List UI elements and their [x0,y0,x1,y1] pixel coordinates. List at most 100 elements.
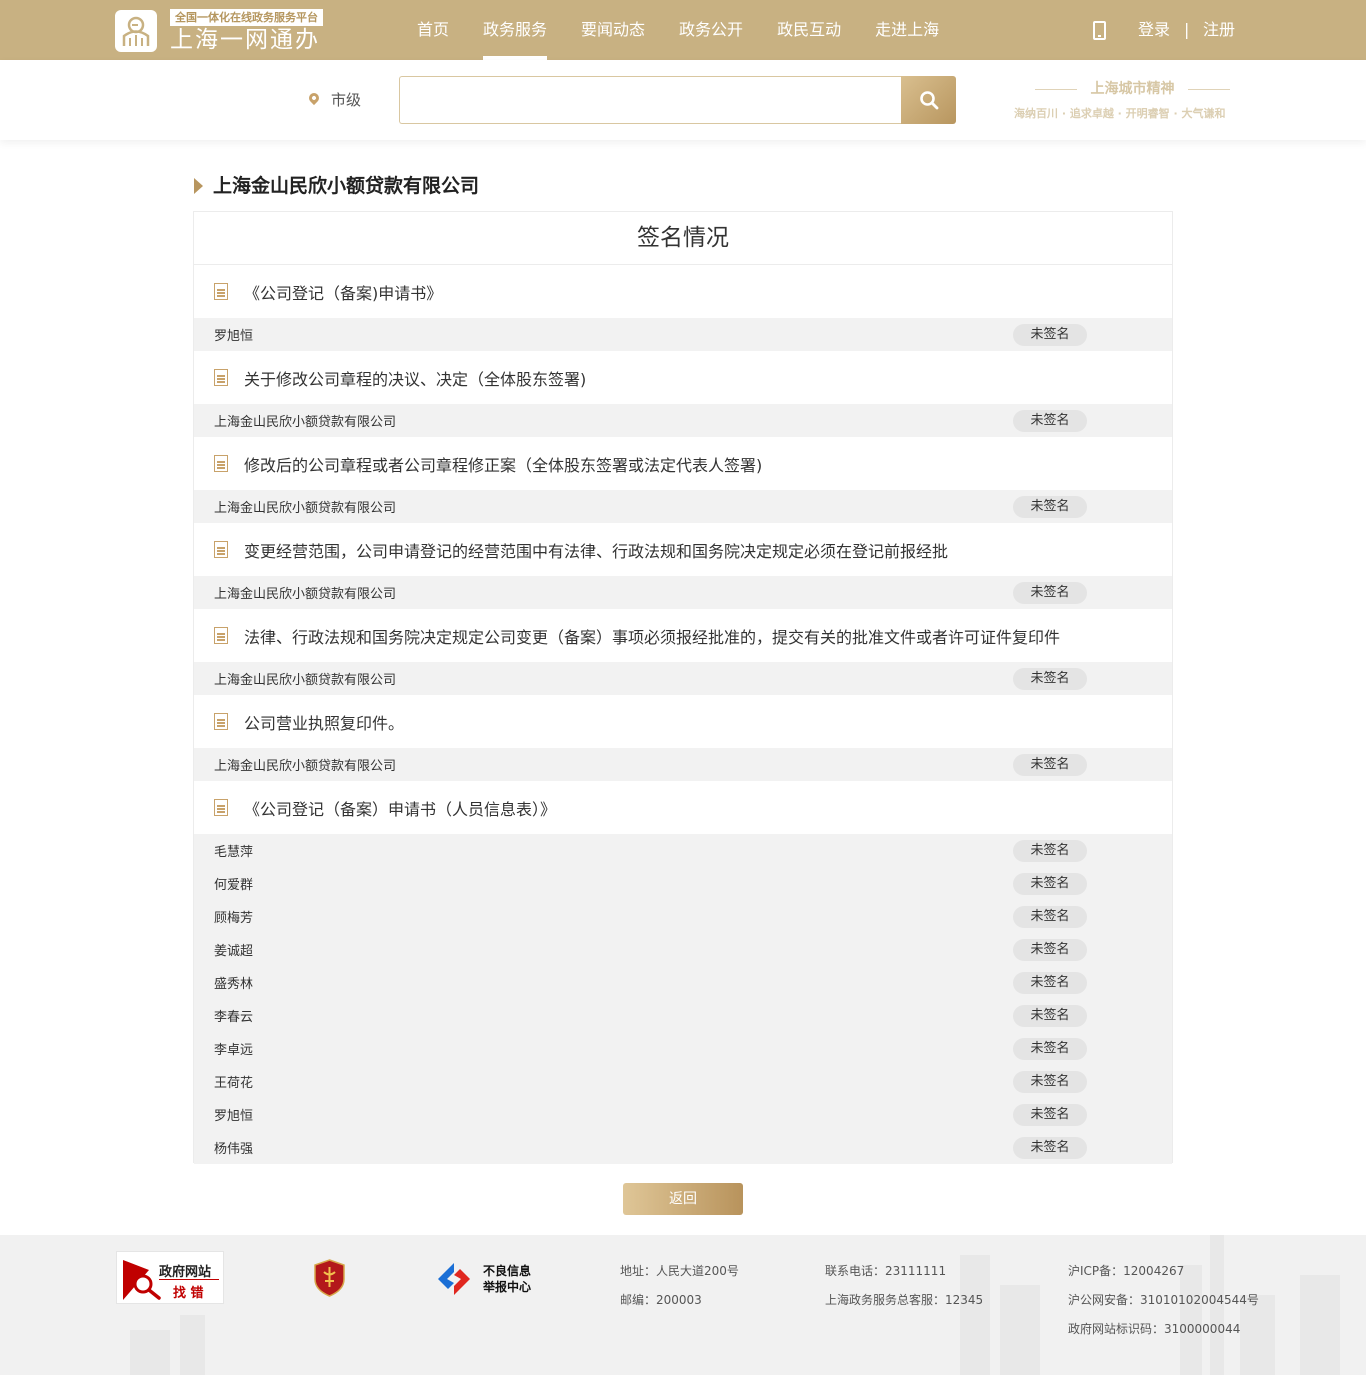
nav-item[interactable]: 走进上海 [858,0,956,60]
badge-zfwz-label-top: 政府网站 [159,1265,212,1280]
document-header: 《公司登记（备案）申请书（人员信息表）》 [194,781,1172,834]
signature-status-badge: 未签名 [1013,938,1087,961]
nav-item[interactable]: 政民互动 [760,0,858,60]
signer-row: 姜诚超 未签名 [194,933,1172,966]
signer-name: 王荷花 [214,1076,254,1091]
signer-name: 上海金山民欣小额贷款有限公司 [214,501,397,516]
nav-item[interactable]: 政务公开 [662,0,760,60]
top-header: 全国一体化在线政务服务平台 上海一网通办 首页 政务服务 要闻动态 政务公开 政民互动走… [0,0,1366,60]
document-title: 《公司登记（备案)申请书》 [244,283,443,303]
mobile-phone-icon[interactable] [1093,21,1106,40]
report-center-logo-icon [438,1263,470,1295]
footer-address: 地址：人民大道200号 [620,1264,739,1278]
signer-row: 李卓远 未签名 [194,1032,1172,1065]
signer-row: 盛秀林 未签名 [194,966,1172,999]
signature-status-badge: 未签名 [1013,971,1087,994]
report-center-line1: 不良信息 [483,1264,532,1278]
location-selector[interactable]: 市级 [331,90,361,110]
signer-name: 毛慧萍 [214,845,254,860]
document-icon [214,627,228,644]
signer-row: 上海金山民欣小额贷款有限公司 未签名 [194,576,1172,609]
signer-row: 何爱群 未签名 [194,867,1172,900]
signer-row: 李春云 未签名 [194,999,1172,1032]
signer-row: 上海金山民欣小额贷款有限公司 未签名 [194,490,1172,523]
signer-name: 李卓远 [214,1043,254,1058]
signer-row: 罗旭恒 未签名 [194,1098,1172,1131]
signer-name: 上海金山民欣小额贷款有限公司 [214,587,397,602]
title-marker-icon [194,178,203,194]
signature-status-badge: 未签名 [1013,1103,1087,1126]
document-icon [214,541,228,558]
document-header: 关于修改公司章程的决议、决定（全体股东签署) [194,351,1172,404]
document-header: 公司营业执照复印件。 [194,695,1172,748]
document-icon [214,369,228,386]
signer-name: 罗旭恒 [214,329,254,344]
back-button[interactable]: 返回 [623,1183,743,1215]
signer-name: 上海金山民欣小额贷款有限公司 [214,673,397,688]
document-title: 修改后的公司章程或者公司章程修正案（全体股东签署或法定代表人签署) [244,455,763,475]
government-site-error-report-badge[interactable]: 政府网站 找 错 [116,1251,224,1304]
location-pin-icon [306,90,322,106]
document-list: 《公司登记（备案)申请书》 罗旭恒 未签名 关于修改公司章程的决议、决定（全体股东签署… [194,265,1172,1164]
signature-panel: 签名情况 《公司登记（备案)申请书》 罗旭恒 未签名 关于修改公司章程的决议、决定（全… [193,211,1173,1164]
platform-tagline: 全国一体化在线政务服务平台 [170,9,323,26]
signature-status-badge: 未签名 [1013,1136,1087,1159]
signer-name: 上海金山民欣小额贷款有限公司 [214,415,397,430]
signature-status-badge: 未签名 [1013,872,1087,895]
signature-status-badge: 未签名 [1013,1004,1087,1027]
signer-list: 上海金山民欣小额贷款有限公司 未签名 [194,404,1172,437]
signature-status-badge: 未签名 [1013,409,1087,432]
nav-item[interactable]: 政务服务 [466,0,564,60]
document-title: 《公司登记（备案）申请书（人员信息表）》 [244,799,557,819]
report-center-line2: 举报中心 [483,1280,532,1294]
signer-name: 盛秀林 [214,977,254,992]
logo-icon[interactable] [115,10,157,52]
signature-status-badge: 未签名 [1013,905,1087,928]
city-spirit-slogan: 海纳百川 · 追求卓越 · 开明睿智 · 大气谦和 [1014,107,1226,120]
badge-divider [159,1279,219,1280]
signer-list: 上海金山民欣小额贷款有限公司 未签名 [194,490,1172,523]
login-link[interactable]: 登录 [1138,19,1170,41]
party-government-emblem-icon[interactable] [313,1259,346,1297]
signer-name: 李春云 [214,1010,254,1025]
signature-status-badge: 未签名 [1013,667,1087,690]
document-icon [214,283,228,300]
signer-name: 顾梅芳 [214,911,254,926]
signer-name: 上海金山民欣小额贷款有限公司 [214,759,397,774]
register-link[interactable]: 注册 [1203,19,1235,41]
document-title: 关于修改公司章程的决议、决定（全体股东签署) [244,369,587,389]
footer-site-code: 政府网站标识码：3100000044 [1068,1322,1241,1336]
document-header: 法律、行政法规和国务院决定规定公司变更（备案）事项必须报经批准的，提交有关的批准… [194,609,1172,662]
signer-name: 姜诚超 [214,944,254,959]
search-button[interactable] [901,76,956,124]
report-center-label: 不良信息 举报中心 [483,1263,531,1295]
document-icon [214,713,228,730]
signer-row: 杨伟强 未签名 [194,1131,1172,1164]
magnifier-icon [123,1260,161,1300]
signer-name: 杨伟强 [214,1142,254,1157]
footer-hotline: 上海政务服务总客服：12345 [825,1293,984,1307]
signature-status-badge: 未签名 [1013,495,1087,518]
footer-postcode: 邮编：200003 [620,1293,702,1307]
signer-row: 上海金山民欣小额贷款有限公司 未签名 [194,404,1172,437]
nav-item[interactable]: 首页 [400,0,466,60]
signer-row: 毛慧萍 未签名 [194,834,1172,867]
badge-zfwz-label-bottom: 找 错 [173,1286,204,1301]
footer-phone: 联系电话：23111111 [825,1264,947,1278]
signer-list: 上海金山民欣小额贷款有限公司 未签名 [194,576,1172,609]
footer-police-record[interactable]: 沪公网安备：31010102004544号 [1068,1292,1259,1308]
document-icon [214,799,228,816]
nav-item[interactable]: 要闻动态 [564,0,662,60]
search-input[interactable] [399,76,902,124]
document-header: 变更经营范围，公司申请登记的经营范围中有法律、行政法规和国务院决定规定必须在登记… [194,523,1172,576]
login-register-separator: | [1184,20,1190,39]
signer-name: 罗旭恒 [214,1109,254,1124]
site-name[interactable]: 上海一网通办 [170,26,320,54]
search-bar-area: 市级 上海城市精神 海纳百川 · 追求卓越 · 开明睿智 · 大气谦和 [0,60,1366,140]
harmful-info-report-badge[interactable]: 不良信息 举报中心 [434,1261,544,1297]
footer-icp[interactable]: 沪ICP备：12004267 [1068,1263,1184,1279]
signer-list: 上海金山民欣小额贷款有限公司 未签名 [194,662,1172,695]
signature-status-badge: 未签名 [1013,581,1087,604]
signer-name: 何爱群 [214,878,254,893]
main-nav: 首页 政务服务 要闻动态 政务公开 政民互动 走进上海 [400,0,956,60]
